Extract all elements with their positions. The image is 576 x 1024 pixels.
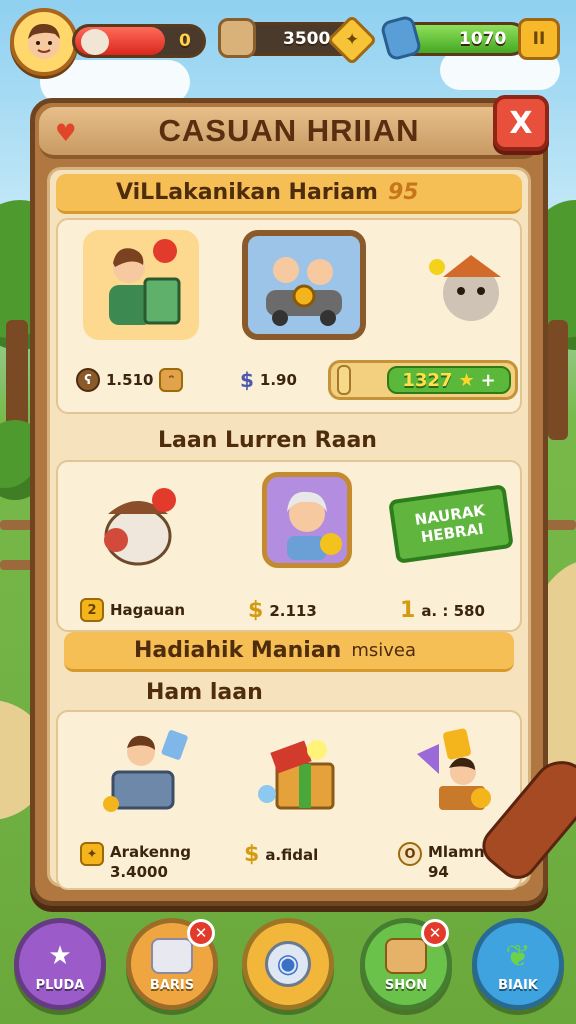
star-icon: ★: [458, 369, 475, 391]
companion-icon: [81, 29, 109, 55]
promo-sign[interactable]: NAURAK HEBRAI: [388, 484, 514, 564]
level-value: 0: [179, 31, 191, 51]
top-hud: 0 3500 ✦ 1070 II: [0, 0, 576, 90]
player-face-icon: [28, 23, 60, 59]
reward-label: ✦ Arakenng 3.4000: [80, 842, 191, 882]
section1-number: 95: [387, 180, 419, 205]
robot-icon: ◉: [265, 941, 311, 987]
buy-price: 1327: [402, 369, 453, 391]
panel-title-bar: ♥ CASUAN HRIIAN: [39, 107, 539, 159]
trophy-icon: [218, 18, 256, 58]
star-icon: ✦: [344, 30, 360, 50]
shop-panel: ♥ CASUAN HRIIAN X ViLLakanikan Hariam 95: [30, 95, 576, 906]
close-button[interactable]: X: [493, 95, 549, 151]
leaf-icon: ❦: [505, 938, 531, 974]
item-price: $ 2.113: [248, 598, 317, 623]
shop-item-card[interactable]: [78, 720, 208, 824]
item-price: ʕ 1.510 ᵔ: [76, 368, 184, 392]
ring-icon: O: [398, 842, 422, 866]
loot-pile-icon: [401, 720, 517, 824]
item-price: 2 Hagauan: [80, 598, 185, 622]
box-icon: [385, 938, 427, 974]
shop-item-card[interactable]: [394, 720, 524, 824]
nav-shon-button[interactable]: SHON ✕: [360, 918, 452, 1010]
medal-icon: ✦: [80, 842, 104, 866]
nav-pluda-button[interactable]: ★ PLUDA: [14, 918, 106, 1010]
section2-cards: NAURAK HEBRAI 2 Hagauan $ 2.113 1 a. : 5…: [56, 460, 522, 632]
section3-heading-tail: msivea: [351, 640, 417, 661]
scroll-icon: [337, 365, 351, 395]
dollar-icon: $: [240, 368, 254, 392]
number-one-icon: 1: [400, 598, 416, 623]
panel-content: ViLLakanikan Hariam 95 ʕ 1.510 ᵔ $ 1.90 …: [47, 167, 531, 890]
close-badge-icon: ✕: [421, 919, 449, 947]
creature-icon: [411, 230, 527, 340]
kids-car-icon: [242, 230, 366, 340]
shop-item-card[interactable]: [76, 230, 206, 340]
item-price: 1 a. : 580: [400, 598, 485, 623]
shop-item-card[interactable]: [234, 230, 374, 340]
robot-egg-icon: [83, 472, 193, 580]
gift-box-icon: [245, 720, 361, 824]
section1-heading: ViLLakanikan Hariam 95: [56, 174, 522, 214]
heart-icon: ♥: [55, 119, 77, 147]
plus-icon: +: [480, 369, 496, 391]
grandma-portrait-icon: [262, 472, 352, 568]
bear-icon: ʕ: [76, 368, 100, 392]
badge-icon: 2: [80, 598, 104, 622]
nav-center-button[interactable]: ◉: [242, 918, 334, 1010]
shop-item-card[interactable]: [404, 230, 534, 340]
section3-cards: ✦ Arakenng 3.4000 $ a.fidal O Mlamnai 94: [56, 710, 522, 890]
buy-bar[interactable]: 1327 ★ +: [328, 360, 518, 400]
shop-item-card[interactable]: [78, 472, 198, 580]
dollar-icon: $: [248, 598, 264, 623]
treasure-chest-icon: [85, 720, 201, 824]
reward-label: $ a.fidal: [244, 842, 319, 867]
player-avatar[interactable]: [10, 8, 78, 76]
cat-icon: ᵔ: [159, 368, 184, 392]
pause-button[interactable]: II: [518, 18, 560, 60]
section3-subheading: Ham laan: [146, 680, 263, 705]
dollar-icon: $: [244, 842, 260, 867]
panel-title: CASUAN HRIIAN: [158, 113, 420, 148]
nav-biaik-button[interactable]: ❦ BIAIK: [472, 918, 564, 1010]
item-price: $ 1.90: [240, 368, 297, 392]
section1-cards: ʕ 1.510 ᵔ $ 1.90 1327 ★ +: [56, 218, 522, 414]
health-bar: 0: [72, 24, 206, 58]
nav-baris-button[interactable]: BARIS ✕: [126, 918, 218, 1010]
close-badge-icon: ✕: [187, 919, 215, 947]
section3-heading: Hadiahik Manian msivea: [64, 632, 514, 672]
gold-amount: 3500: [283, 29, 331, 49]
buy-button[interactable]: 1327 ★ +: [387, 366, 511, 394]
section2-heading: Laan Lurren Raan: [158, 428, 377, 453]
crate-icon: [151, 938, 193, 974]
gem-amount: 1070: [459, 29, 507, 49]
boy-tablet-icon: [83, 230, 199, 340]
shop-item-card[interactable]: [238, 720, 368, 824]
star-icon: ★: [48, 941, 72, 971]
shop-item-card[interactable]: [242, 472, 372, 568]
bottom-nav: ★ PLUDA BARIS ✕ ◉ SHON ✕ ❦ BIAIK: [0, 912, 576, 1024]
